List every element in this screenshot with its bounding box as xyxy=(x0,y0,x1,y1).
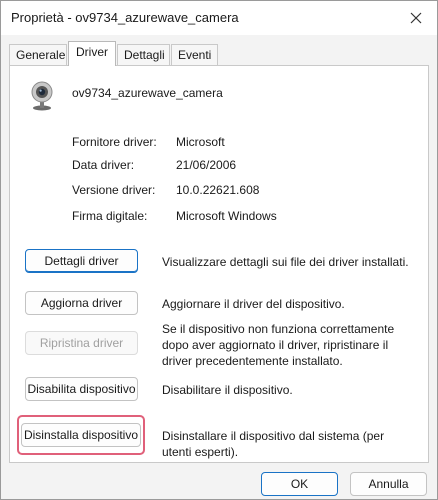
tab-strip: Generale Driver Dettagli Eventi xyxy=(9,41,429,66)
driver-details-description: Visualizzare dettagli sui file dei drive… xyxy=(162,255,409,269)
disable-device-button[interactable]: Disabilita dispositivo xyxy=(25,377,138,401)
cancel-button[interactable]: Annulla xyxy=(350,472,427,496)
update-driver-button[interactable]: Aggiorna driver xyxy=(25,291,138,315)
close-icon[interactable] xyxy=(405,7,427,29)
driver-details-button[interactable]: Dettagli driver xyxy=(25,249,138,273)
properties-dialog: Proprietà - ov9734_azurewave_camera Gene… xyxy=(0,0,438,500)
disable-device-description: Disabilitare il dispositivo. xyxy=(162,383,293,397)
date-value: 21/06/2006 xyxy=(176,158,237,172)
uninstall-device-button[interactable]: Disinstalla dispositivo xyxy=(21,423,141,447)
tab-label: Dettagli xyxy=(124,48,165,62)
tab-eventi[interactable]: Eventi xyxy=(171,44,218,65)
ok-button[interactable]: OK xyxy=(261,472,338,496)
version-value: 10.0.22621.608 xyxy=(176,183,260,197)
window-title: Proprietà - ov9734_azurewave_camera xyxy=(11,10,239,25)
tab-label: Generale xyxy=(16,48,66,62)
tab-label: Driver xyxy=(76,45,108,59)
title-bar: Proprietà - ov9734_azurewave_camera xyxy=(1,1,437,35)
provider-label: Fornitore driver: xyxy=(72,135,157,149)
rollback-driver-button: Ripristina driver xyxy=(25,331,138,355)
tab-label: Eventi xyxy=(178,48,212,62)
tab-dettagli[interactable]: Dettagli xyxy=(117,44,170,65)
uninstall-device-description: Disinstallare il dispositivo dal sistema… xyxy=(162,429,385,459)
signer-label: Firma digitale: xyxy=(72,209,148,223)
date-label: Data driver: xyxy=(72,158,135,172)
provider-value: Microsoft xyxy=(176,135,225,149)
tab-driver[interactable]: Driver xyxy=(68,41,116,66)
webcam-icon xyxy=(29,81,55,111)
rollback-driver-description: Se il dispositivo non funziona correttam… xyxy=(162,322,395,368)
update-driver-description: Aggiornare il driver del dispositivo. xyxy=(162,297,345,311)
device-name: ov9734_azurewave_camera xyxy=(72,86,223,100)
version-label: Versione driver: xyxy=(72,183,156,197)
signer-value: Microsoft Windows xyxy=(176,209,277,223)
tab-generale[interactable]: Generale xyxy=(9,44,67,65)
